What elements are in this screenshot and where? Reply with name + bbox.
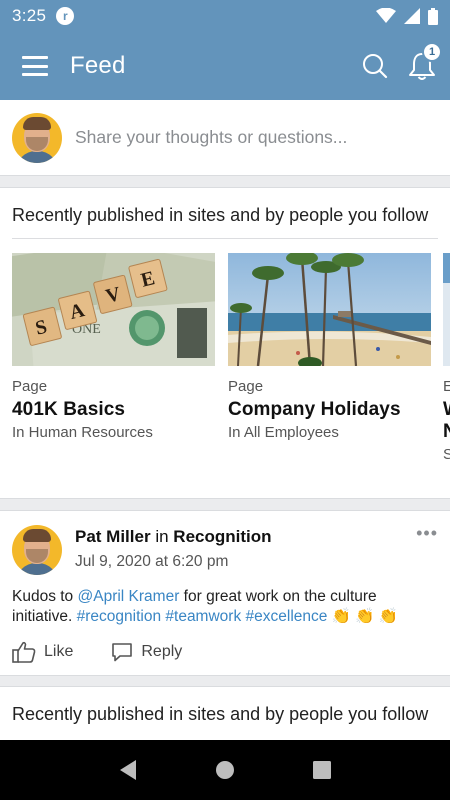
author-name[interactable]: Pat Miller [75, 527, 151, 546]
tile-title: Company Holidays [228, 399, 401, 420]
avatar[interactable] [12, 525, 62, 575]
app-actions: 1 [362, 42, 442, 82]
feed-post: Pat Miller in Recognition Jul 9, 2020 at… [0, 510, 450, 676]
clap-emoji: 👏 👏 👏 [331, 608, 399, 625]
notifications-button[interactable]: 1 [406, 42, 442, 82]
post-author-line: Pat Miller in Recognition [75, 527, 272, 547]
tile-subtitle: S [443, 446, 450, 459]
app-bar: Feed 1 [0, 32, 450, 100]
tile-type: Page [228, 378, 264, 395]
page-title: Feed [70, 52, 126, 79]
share-thoughts-input[interactable] [75, 127, 415, 148]
hashtag[interactable]: #teamwork [165, 608, 241, 625]
app-notification-icon: r [56, 7, 75, 25]
post-text: Kudos to [12, 588, 78, 605]
recently-published-card: Recently published in sites and by peopl… [0, 187, 450, 499]
post-header: Pat Miller in Recognition Jul 9, 2020 at… [0, 511, 450, 575]
site-name[interactable]: Recognition [173, 527, 271, 546]
comment-icon [112, 643, 133, 662]
section-heading: Recently published in sites and by peopl… [12, 704, 429, 724]
notification-badge: 1 [422, 42, 442, 62]
avatar[interactable] [12, 112, 62, 163]
status-time: 3:25 [12, 6, 47, 25]
like-label: Like [44, 643, 74, 660]
tile-type: Page [12, 378, 48, 395]
feed-screen: 3:25 r Feed 1 Recently published in site… [0, 0, 450, 800]
post-actions: Like Reply [0, 627, 450, 677]
post-meta: Pat Miller in Recognition Jul 9, 2020 at… [75, 525, 272, 575]
tile-title: 401K Basics [12, 399, 126, 420]
post-body: Kudos to @April Kramer for great work on… [0, 575, 450, 627]
more-options-icon[interactable]: ••• [416, 523, 438, 575]
status-icons [376, 7, 438, 25]
like-button[interactable]: Like [12, 641, 73, 663]
user-mention[interactable]: @April Kramer [78, 588, 180, 605]
hashtag[interactable]: #excellence [246, 608, 328, 625]
partial-tile[interactable]: E W N S [443, 253, 450, 459]
hashtag[interactable]: #recognition [77, 608, 161, 625]
back-icon[interactable] [118, 759, 138, 781]
in-label: in [155, 527, 169, 546]
thumbs-up-icon [12, 641, 36, 663]
tile-subtitle: In Human Resources [12, 424, 153, 441]
reply-label: Reply [141, 643, 183, 660]
tile-type: E [443, 378, 450, 395]
status-bar: 3:25 r [0, 0, 450, 32]
content-carousel[interactable]: ONE S A V E Page 401K Basics In Human Re… [0, 239, 450, 459]
tile-subtitle: In All Employees [228, 424, 339, 441]
battery-icon [428, 7, 438, 25]
tile-title: W [443, 399, 450, 421]
page-tile[interactable]: ONE S A V E Page 401K Basics In Human Re… [12, 253, 215, 441]
save-money-image: ONE S A V E [12, 253, 215, 366]
page-tile[interactable]: Page Company Holidays In All Employees [228, 253, 431, 441]
menu-icon[interactable] [22, 56, 48, 76]
section-heading: Recently published in sites and by peopl… [12, 205, 429, 225]
beach-pier-image [228, 253, 431, 366]
wifi-icon [376, 8, 396, 23]
recent-apps-icon[interactable] [312, 760, 332, 780]
home-icon[interactable] [215, 760, 235, 780]
tile-image [443, 253, 450, 366]
post-composer [0, 100, 450, 176]
search-icon[interactable] [362, 53, 388, 79]
tile-title-line-2: N [443, 421, 450, 442]
system-navigation-bar [0, 740, 450, 800]
reply-button[interactable]: Reply [111, 642, 182, 662]
app-notification-letter: r [62, 9, 68, 23]
post-date[interactable]: Jul 9, 2020 at 6:20 pm [75, 553, 272, 571]
cell-signal-icon [404, 8, 420, 24]
